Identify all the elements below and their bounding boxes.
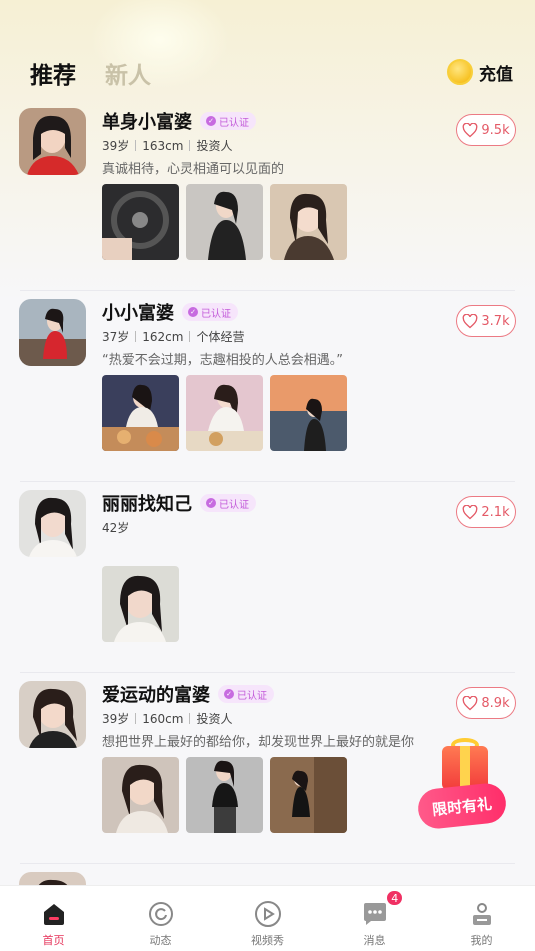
- unread-badge: 4: [385, 889, 405, 907]
- user-meta: 37岁 162cm 个体经营: [102, 328, 245, 345]
- avatar[interactable]: [19, 681, 86, 748]
- photo-row: [102, 375, 347, 451]
- tab-label: 消息: [363, 934, 386, 947]
- like-count: 8.9k: [481, 695, 510, 711]
- user-name: 爱运动的富婆: [102, 685, 210, 706]
- verified-label: 已认证: [237, 690, 267, 702]
- chat-icon: [361, 900, 389, 928]
- user-card[interactable]: 小小富婆 ✓ 已认证 37岁 162cm 个体经营 “热爱不会过期，志趣相投的人总…: [0, 291, 535, 482]
- user-name: 丽丽找知己: [102, 494, 192, 515]
- tab-home[interactable]: 首页: [0, 886, 107, 951]
- photo[interactable]: [186, 757, 263, 833]
- user-card[interactable]: 单身小富婆 ✓ 已认证 39岁 163cm 投资人 真诚相待，心灵相通可以见面的 …: [0, 100, 535, 291]
- tab-label: 我的: [470, 934, 493, 947]
- height: 163cm: [142, 138, 184, 153]
- user-name: 单身小富婆: [102, 112, 192, 133]
- photo[interactable]: [186, 184, 263, 260]
- tab-recommend[interactable]: 推荐: [30, 56, 76, 90]
- height: 162cm: [142, 329, 184, 344]
- heart-icon: [463, 504, 478, 519]
- verified-badge: ✓ 已认证: [200, 112, 256, 130]
- tab-label: 视频秀: [251, 934, 284, 947]
- age: 39岁: [102, 712, 130, 726]
- age: 37岁: [102, 330, 130, 344]
- recharge-button[interactable]: 充值: [447, 59, 513, 85]
- check-icon: ✓: [188, 307, 198, 317]
- coin-icon: [447, 59, 473, 85]
- top-header: 推荐 新人 充值: [0, 52, 535, 92]
- like-button[interactable]: 3.7k: [456, 305, 516, 337]
- user-bio: “热爱不会过期，志趣相投的人总会相遇。”: [102, 353, 343, 368]
- verified-label: 已认证: [219, 117, 249, 129]
- photo[interactable]: [102, 184, 179, 260]
- height: 160cm: [142, 711, 184, 726]
- bottom-tabbar: 首页 动态 视频秀 4 消息 我的: [0, 885, 535, 951]
- tab-label: 动态: [149, 934, 172, 947]
- heart-icon: [463, 313, 478, 328]
- verified-label: 已认证: [201, 308, 231, 320]
- verified-label: 已认证: [219, 499, 249, 511]
- verified-badge: ✓ 已认证: [182, 303, 238, 321]
- photo[interactable]: [102, 375, 179, 451]
- occupation: 投资人: [196, 139, 233, 153]
- photo-row: [102, 757, 347, 833]
- user-meta: 39岁 163cm 投资人: [102, 137, 233, 154]
- user-bio: 想把世界上最好的都给你，却发现世界上最好的就是你: [102, 735, 415, 750]
- refresh-circle-icon: [147, 900, 175, 928]
- occupation: 个体经营: [196, 330, 245, 344]
- play-icon: [254, 900, 282, 928]
- tab-video[interactable]: 视频秀: [214, 886, 321, 951]
- recharge-label: 充值: [479, 64, 513, 85]
- age: 42岁: [102, 521, 130, 535]
- photo[interactable]: [102, 757, 179, 833]
- promo-gift-button[interactable]: 限时有礼: [416, 738, 508, 834]
- check-icon: ✓: [206, 498, 216, 508]
- occupation: 投资人: [196, 712, 233, 726]
- photo[interactable]: [270, 757, 347, 833]
- divider: [135, 140, 137, 151]
- heart-icon: [463, 695, 478, 710]
- like-button[interactable]: 2.1k: [456, 496, 516, 528]
- photo-row: [102, 184, 347, 260]
- divider: [189, 331, 191, 342]
- tab-messages[interactable]: 4 消息: [321, 886, 428, 951]
- check-icon: ✓: [206, 116, 216, 126]
- tab-moments[interactable]: 动态: [107, 886, 214, 951]
- like-button[interactable]: 8.9k: [456, 687, 516, 719]
- photo[interactable]: [102, 566, 179, 642]
- user-icon: [468, 900, 496, 928]
- divider: [135, 331, 137, 342]
- like-count: 2.1k: [481, 504, 510, 520]
- divider: [135, 713, 137, 724]
- verified-badge: ✓ 已认证: [218, 685, 274, 703]
- user-meta: 42岁: [102, 519, 129, 536]
- gift-ribbon: [460, 746, 470, 790]
- like-count: 3.7k: [481, 313, 510, 329]
- promo-label: 限时有礼: [416, 781, 508, 831]
- like-button[interactable]: 9.5k: [456, 114, 516, 146]
- avatar[interactable]: [19, 108, 86, 175]
- avatar[interactable]: [19, 490, 86, 557]
- user-name: 小小富婆: [102, 303, 174, 324]
- tab-label: 首页: [42, 934, 65, 947]
- verified-badge: ✓ 已认证: [200, 494, 256, 512]
- avatar[interactable]: [19, 299, 86, 366]
- heart-icon: [463, 122, 478, 137]
- photo[interactable]: [270, 184, 347, 260]
- divider: [189, 713, 191, 724]
- photo[interactable]: [270, 375, 347, 451]
- tab-profile[interactable]: 我的: [428, 886, 535, 951]
- divider: [189, 140, 191, 151]
- age: 39岁: [102, 139, 130, 153]
- photo-row: [102, 566, 179, 642]
- user-bio: 真诚相待，心灵相通可以见面的: [102, 162, 285, 177]
- tab-new[interactable]: 新人: [105, 56, 151, 90]
- user-card[interactable]: 丽丽找知己 ✓ 已认证 42岁 2.1k: [0, 482, 535, 673]
- user-meta: 39岁 160cm 投资人: [102, 710, 233, 727]
- check-icon: ✓: [224, 689, 234, 699]
- photo[interactable]: [186, 375, 263, 451]
- home-icon: [40, 900, 68, 928]
- like-count: 9.5k: [481, 122, 510, 138]
